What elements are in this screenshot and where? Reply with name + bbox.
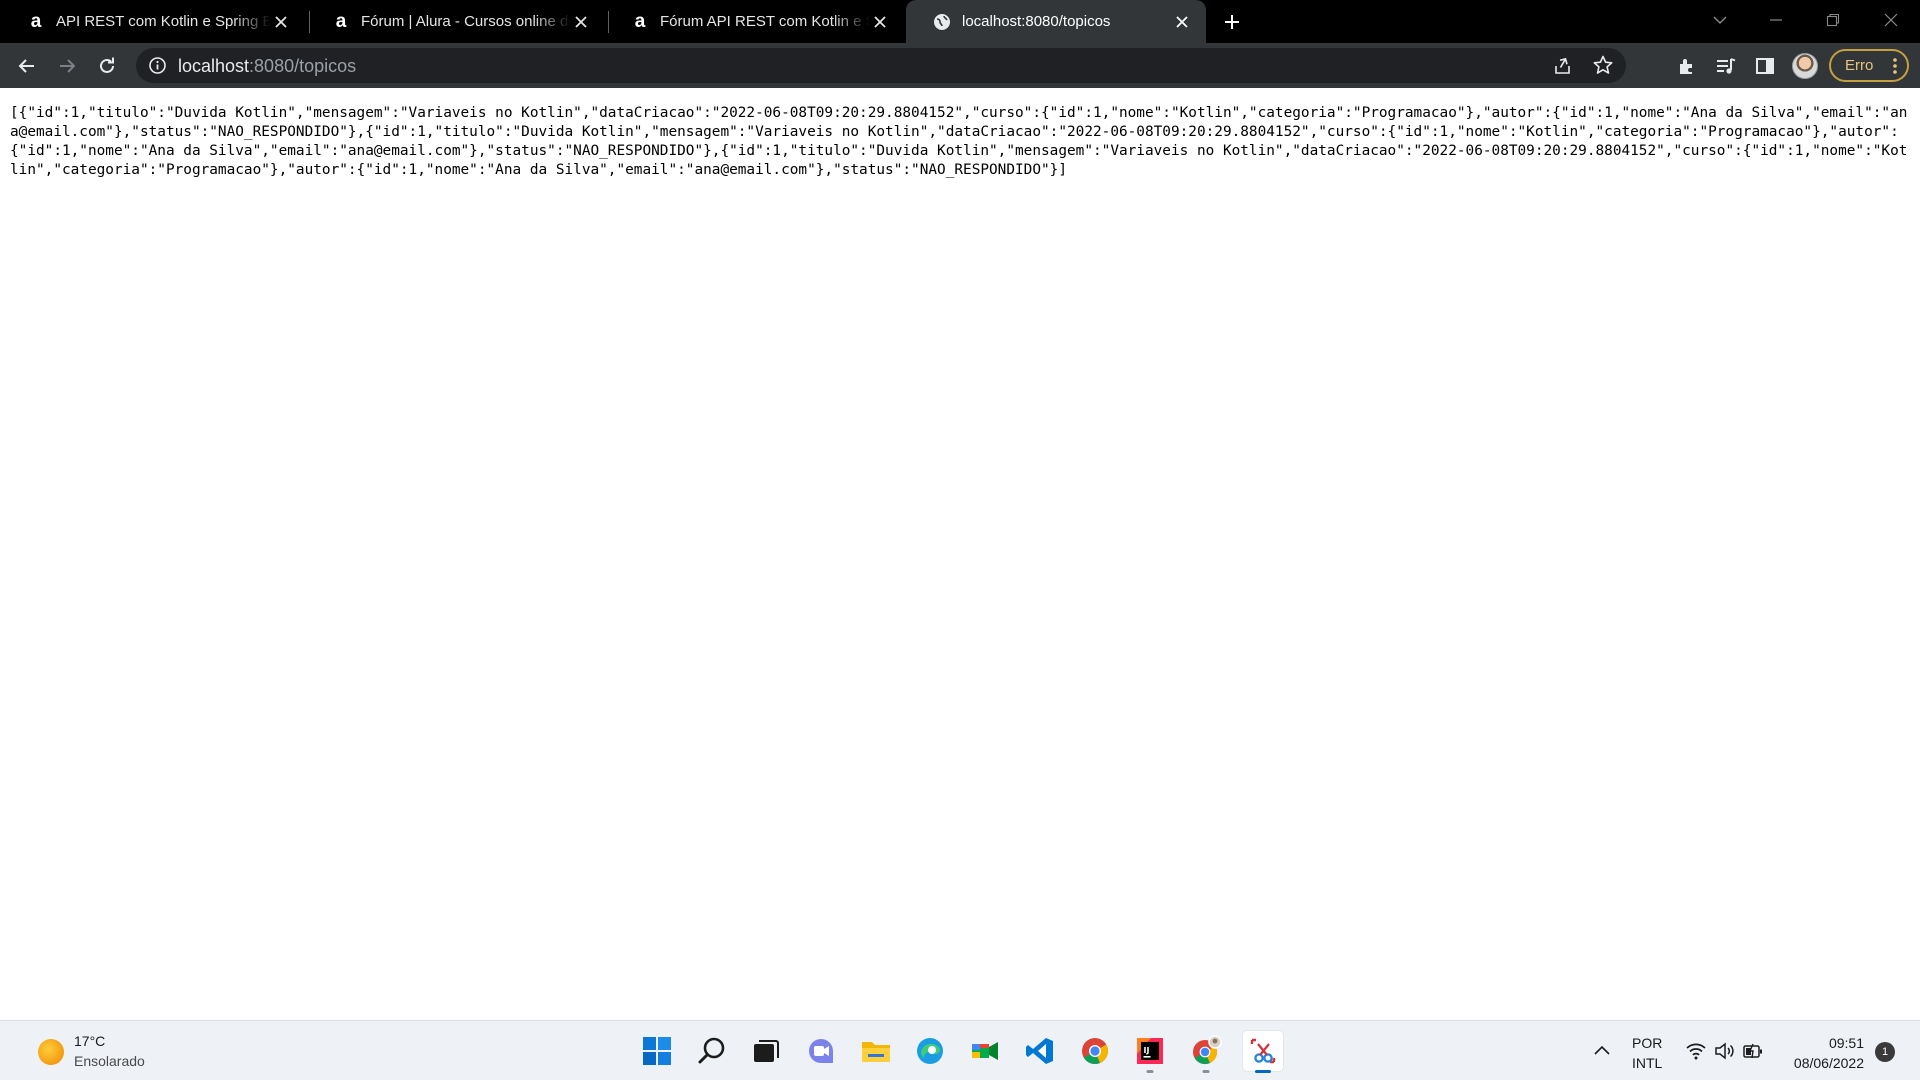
battery-charging-icon[interactable] (1742, 1040, 1764, 1062)
address-bar[interactable]: localhost:8080/topicos (136, 48, 1626, 83)
language-code: POR (1632, 1035, 1663, 1051)
tab-title: localhost:8080/topicos (962, 13, 1111, 30)
tab-title: Fórum | Alura - Cursos online de tecnolo… (361, 13, 571, 30)
teams-chat-icon[interactable] (801, 1031, 841, 1071)
task-view-icon[interactable] (746, 1031, 786, 1071)
tab-title: API REST com Kotlin e Spring Boot (56, 13, 271, 30)
tab-forum-alura[interactable]: a Fórum | Alura - Cursos online de tecno… (305, 0, 605, 43)
profile-error-label: Erro (1845, 57, 1874, 74)
tab-search-chevron-icon[interactable] (1705, 8, 1735, 32)
close-icon[interactable] (870, 12, 890, 32)
restore-button[interactable] (1818, 8, 1848, 32)
alura-icon: a (634, 10, 646, 32)
wifi-icon[interactable] (1685, 1040, 1707, 1062)
windows-start-icon[interactable] (637, 1031, 677, 1071)
browser-toolbar: localhost:8080/topicos Erro (0, 43, 1920, 88)
input-language-indicator[interactable]: POR INTL (1632, 1033, 1662, 1073)
tab-title: Fórum API REST com Kotlin e Spring Boot (660, 13, 870, 30)
media-control-icon[interactable] (1711, 51, 1741, 81)
minimize-button[interactable] (1761, 8, 1791, 32)
search-icon[interactable] (692, 1031, 732, 1071)
chrome-profile-icon[interactable] (1186, 1031, 1226, 1073)
tab-strip: a API REST com Kotlin e Spring Boot a Fó… (0, 0, 1920, 43)
page-content: [{"id":1,"titulo":"Duvida Kotlin","mensa… (0, 88, 1920, 1020)
keyboard-layout: INTL (1632, 1055, 1663, 1071)
reload-button[interactable] (92, 51, 122, 81)
weather-description[interactable]: Ensolarado (74, 1053, 145, 1069)
bookmark-star-icon[interactable] (1592, 54, 1614, 76)
clock-time: 09:51 (1828, 1035, 1864, 1051)
volume-icon[interactable] (1713, 1040, 1735, 1062)
tab-localhost-topicos[interactable]: localhost:8080/topicos (906, 0, 1206, 43)
alura-icon: a (30, 10, 42, 32)
more-menu-icon[interactable] (1893, 58, 1897, 74)
show-hidden-icons-chevron-icon[interactable] (1592, 1041, 1612, 1061)
address-url: localhost:8080/topicos (178, 56, 356, 77)
url-host: localhost (178, 56, 250, 76)
snipping-tool-icon[interactable] (1243, 1031, 1283, 1073)
meet-icon[interactable] (965, 1031, 1005, 1071)
svg-text:IJ: IJ (1144, 1046, 1150, 1055)
globe-icon (932, 12, 952, 32)
close-icon[interactable] (271, 12, 291, 32)
chrome-icon[interactable] (1075, 1031, 1115, 1071)
json-response-text: [{"id":1,"titulo":"Duvida Kotlin","mensa… (10, 105, 1908, 178)
close-icon[interactable] (571, 12, 591, 32)
running-indicator (1255, 1070, 1271, 1073)
forward-button[interactable] (52, 51, 82, 81)
notification-badge[interactable]: 1 (1875, 1042, 1895, 1062)
url-path: :8080/topicos (249, 56, 357, 76)
running-indicator (1202, 1070, 1210, 1073)
intellij-icon[interactable]: IJ (1130, 1031, 1170, 1073)
alura-icon: a (335, 10, 347, 32)
new-tab-button[interactable] (1220, 10, 1244, 34)
close-icon[interactable] (1172, 12, 1192, 32)
share-icon[interactable] (1552, 55, 1574, 77)
system-clock[interactable]: 09:51 08/06/2022 (1780, 1033, 1864, 1073)
clock-date: 08/06/2022 (1793, 1055, 1864, 1071)
profile-avatar[interactable] (1792, 53, 1818, 79)
profile-error-button[interactable]: Erro (1829, 49, 1909, 82)
edge-icon[interactable] (910, 1031, 950, 1071)
sun-icon[interactable] (38, 1039, 64, 1065)
running-indicator (1146, 1070, 1154, 1073)
extensions-icon[interactable] (1672, 51, 1702, 81)
tab-forum-api-rest[interactable]: a Fórum API REST com Kotlin e Spring Boo… (604, 0, 904, 43)
close-window-button[interactable] (1876, 8, 1906, 32)
vscode-icon[interactable] (1020, 1031, 1060, 1071)
side-panel-icon[interactable] (1750, 51, 1780, 81)
weather-temperature[interactable]: 17°C (74, 1033, 105, 1049)
site-info-icon[interactable] (148, 56, 167, 75)
windows-taskbar: 17°C Ensolarado IJ POR INTL 09:51 08/06/… (0, 1020, 1920, 1080)
back-button[interactable] (12, 51, 42, 81)
tab-api-rest-kotlin[interactable]: a API REST com Kotlin e Spring Boot (0, 0, 305, 43)
file-explorer-icon[interactable] (856, 1031, 896, 1071)
